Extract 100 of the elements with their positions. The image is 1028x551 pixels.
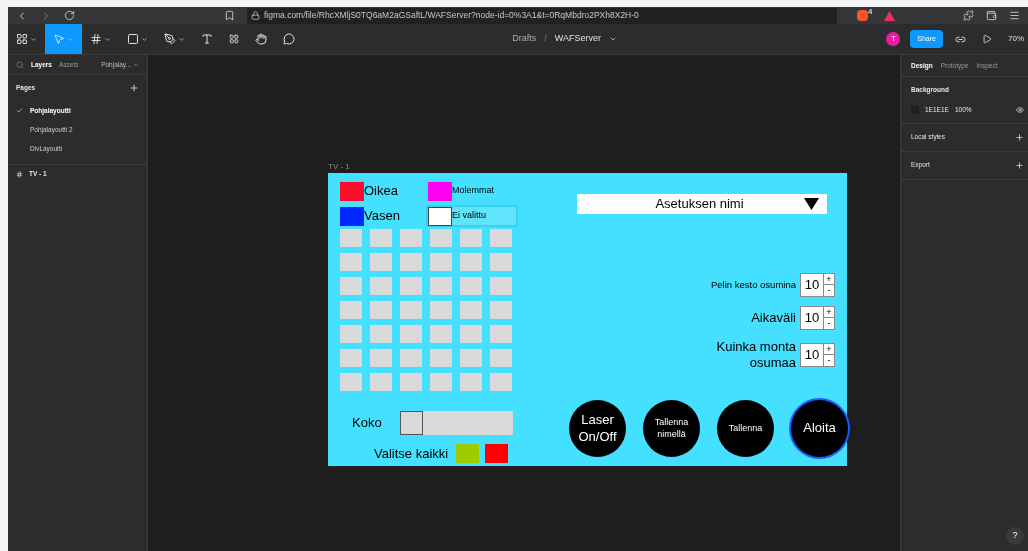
- round-button[interactable]: Laser On/Off: [569, 400, 626, 457]
- select-all-swatch[interactable]: [485, 444, 509, 464]
- grid-cell[interactable]: [460, 277, 482, 295]
- grid-cell[interactable]: [490, 349, 512, 367]
- chevron-down-icon: [141, 35, 148, 43]
- select-all-label: Valitse kaikki: [374, 445, 449, 463]
- grid-cell[interactable]: [430, 349, 452, 367]
- grid-cell[interactable]: [460, 253, 482, 271]
- play-icon[interactable]: [982, 34, 992, 44]
- grid-cell[interactable]: [460, 229, 482, 247]
- grid-cell[interactable]: [400, 277, 422, 295]
- grid-cell[interactable]: [400, 349, 422, 367]
- grid-cell[interactable]: [340, 301, 362, 319]
- wallet-icon[interactable]: [986, 10, 997, 21]
- color-label: Oikea: [364, 182, 398, 201]
- hash-icon: [90, 33, 102, 45]
- color-option[interactable]: Vasen: [340, 205, 428, 227]
- grid-cell[interactable]: [400, 373, 422, 391]
- grid-cell[interactable]: [430, 325, 452, 343]
- color-option[interactable]: Molemmat: [428, 180, 518, 202]
- eye-icon[interactable]: [1016, 105, 1024, 114]
- comment-icon[interactable]: [283, 33, 295, 45]
- breadcrumb-separator: /: [544, 32, 547, 46]
- slider-thumb[interactable]: [400, 411, 423, 435]
- help-button[interactable]: ?: [1006, 527, 1024, 545]
- grid-cell[interactable]: [370, 301, 392, 319]
- decrement-button[interactable]: -: [824, 318, 834, 329]
- address-bar[interactable]: figma.com/file/RhcXMljS0TQ6aM2aGSaftL/WAFServer?node-id=0%3A1&t=0RqMbdro2PXh8X2H-0: [247, 7, 837, 24]
- setting-label: Kuinka monta osumaa: [715, 339, 796, 371]
- grid-cell[interactable]: [370, 277, 392, 295]
- round-button[interactable]: Tallenna: [717, 400, 774, 457]
- zoom-level[interactable]: 70%: [1008, 33, 1024, 45]
- grid-cell[interactable]: [490, 229, 512, 247]
- color-option[interactable]: Oikea: [340, 180, 428, 202]
- grid-cell[interactable]: [400, 229, 422, 247]
- grid-cell[interactable]: [430, 277, 452, 295]
- grid-cell[interactable]: [400, 325, 422, 343]
- size-slider[interactable]: [400, 411, 513, 435]
- grid-cell[interactable]: [370, 325, 392, 343]
- bookmark-icon[interactable]: [224, 10, 235, 21]
- text-tool-icon[interactable]: [201, 33, 213, 45]
- grid-cell[interactable]: [490, 373, 512, 391]
- grid-cell[interactable]: [370, 253, 392, 271]
- add-icon[interactable]: [129, 83, 139, 93]
- grid-cell[interactable]: [430, 301, 452, 319]
- decrement-button[interactable]: -: [824, 285, 834, 296]
- grid-cell[interactable]: [340, 349, 362, 367]
- select-all-swatch[interactable]: [456, 444, 480, 464]
- grid-cell[interactable]: [370, 373, 392, 391]
- grid-cell[interactable]: [490, 301, 512, 319]
- grid-cell[interactable]: [400, 301, 422, 319]
- grid-cell[interactable]: [460, 349, 482, 367]
- grid-cell[interactable]: [370, 229, 392, 247]
- grid-cell[interactable]: [340, 325, 362, 343]
- grid-cell[interactable]: [340, 229, 362, 247]
- breadcrumb-link[interactable]: Drafts: [512, 32, 537, 46]
- grid-cell[interactable]: [460, 301, 482, 319]
- reload-icon[interactable]: [64, 10, 75, 21]
- menu-icon[interactable]: [1009, 10, 1020, 21]
- dropdown-arrow-icon: [804, 198, 819, 210]
- round-button[interactable]: Tallenna nimellä: [643, 400, 700, 457]
- grid-cell[interactable]: [400, 253, 422, 271]
- frame-icon: [16, 170, 23, 178]
- grid-cell[interactable]: [340, 253, 362, 271]
- grid-cell[interactable]: [460, 325, 482, 343]
- square-icon: [127, 33, 139, 45]
- chevron-down-icon[interactable]: [30, 35, 37, 43]
- badge-count: 4: [868, 6, 873, 18]
- grid-cell[interactable]: [460, 373, 482, 391]
- decrement-button[interactable]: -: [824, 355, 834, 366]
- grid-cell[interactable]: [430, 373, 452, 391]
- increment-button[interactable]: +: [824, 274, 834, 285]
- resources-icon[interactable]: [229, 34, 239, 44]
- hand-tool-icon[interactable]: [255, 33, 267, 45]
- grid-cell[interactable]: [490, 325, 512, 343]
- grid-cell[interactable]: [430, 253, 452, 271]
- grid-cell[interactable]: [430, 229, 452, 247]
- add-icon[interactable]: [1015, 160, 1024, 170]
- round-button[interactable]: Aloita: [791, 400, 848, 457]
- increment-button[interactable]: +: [824, 344, 834, 355]
- main-menu-icon[interactable]: [16, 33, 28, 45]
- increment-button[interactable]: +: [824, 307, 834, 318]
- grid-cell[interactable]: [340, 373, 362, 391]
- check-icon: [16, 107, 23, 114]
- add-icon[interactable]: [1015, 132, 1024, 142]
- grid-cell[interactable]: [490, 253, 512, 271]
- setting-label: Pelin kesto osumina: [710, 277, 796, 292]
- preset-dropdown[interactable]: Asetuksen nimi: [577, 194, 827, 214]
- file-name[interactable]: WAFServer: [554, 32, 601, 46]
- chevron-down-icon: [178, 35, 185, 43]
- grid-cell[interactable]: [490, 277, 512, 295]
- setting-label: Aikaväli: [750, 310, 796, 326]
- chevron-down-icon[interactable]: [609, 35, 617, 43]
- color-option[interactable]: Ei valittu: [426, 205, 518, 227]
- size-label: Koko: [352, 414, 383, 433]
- extensions-icon[interactable]: [963, 10, 974, 21]
- search-icon[interactable]: [16, 60, 24, 69]
- grid-cell[interactable]: [340, 277, 362, 295]
- triangle-icon[interactable]: [884, 10, 895, 21]
- grid-cell[interactable]: [370, 349, 392, 367]
